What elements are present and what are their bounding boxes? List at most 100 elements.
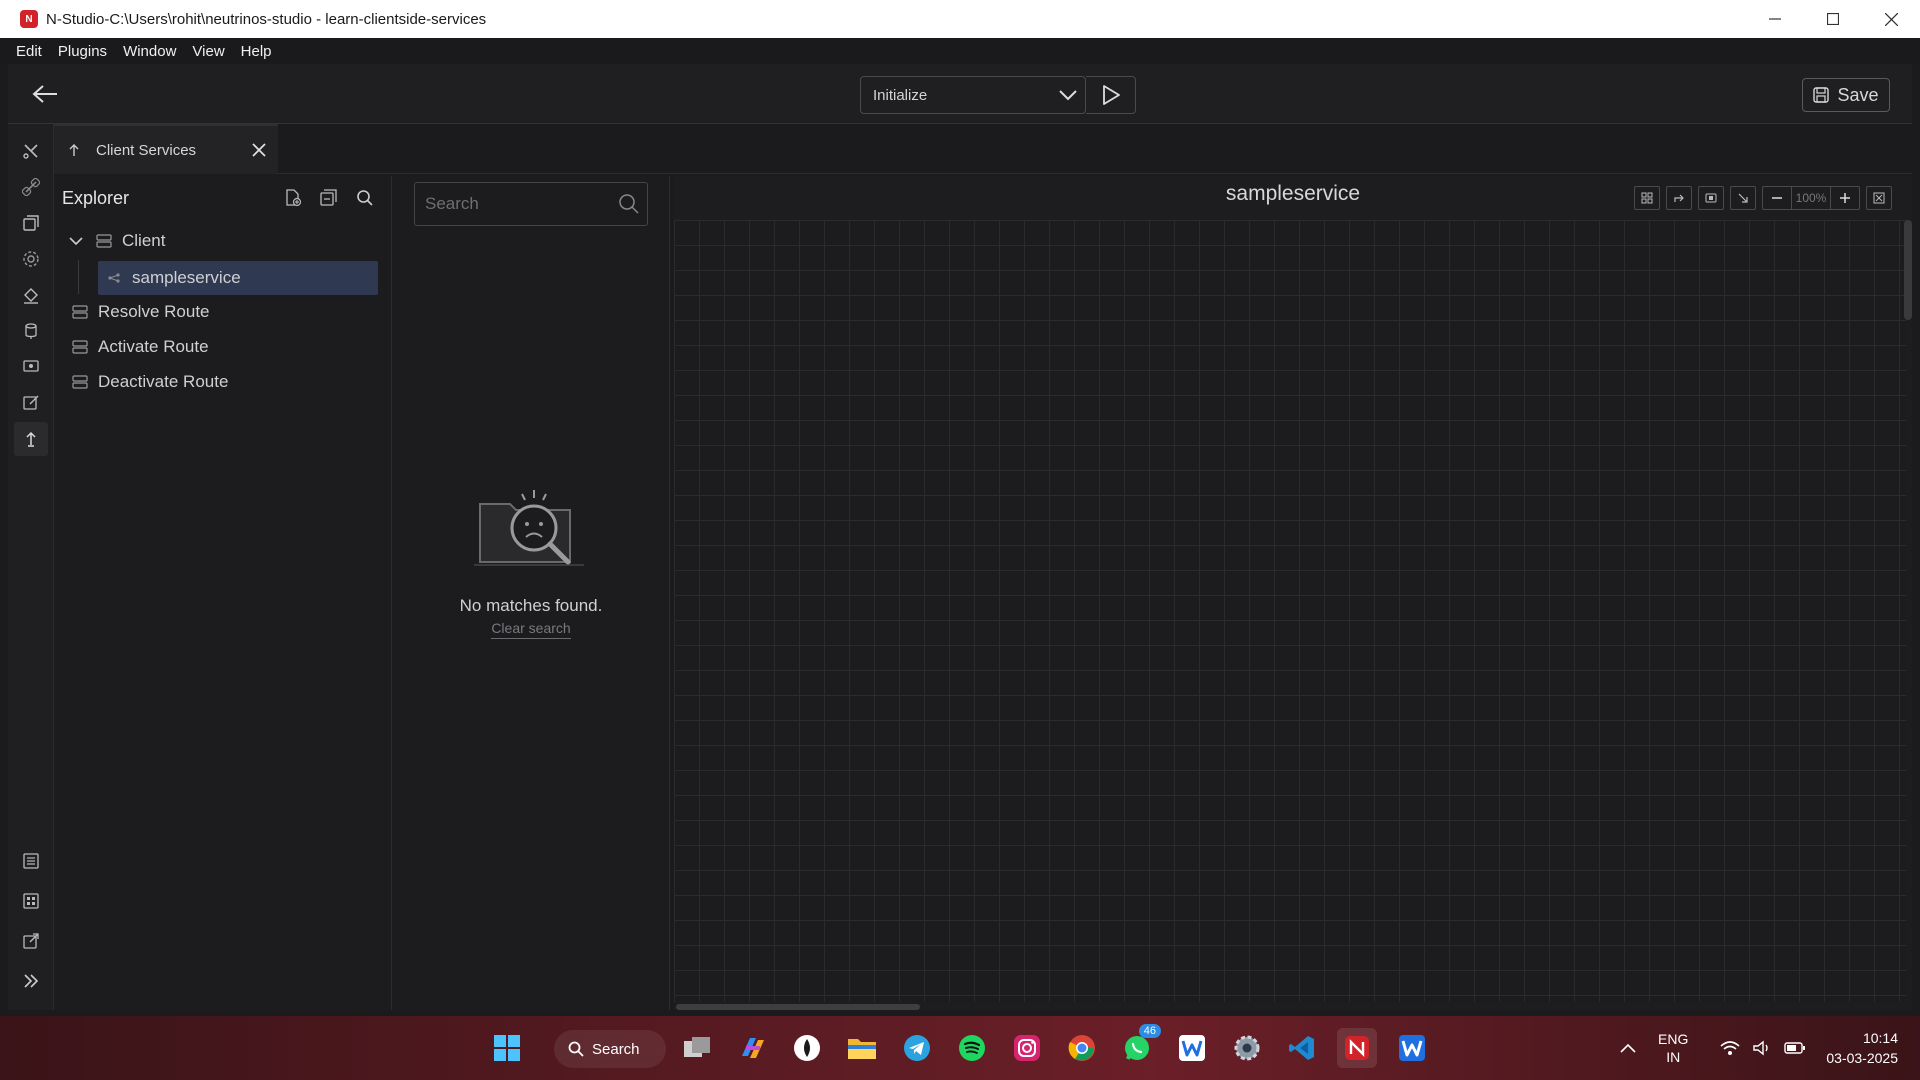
run-button[interactable] xyxy=(1086,76,1136,114)
telegram-button[interactable] xyxy=(897,1028,937,1068)
vscode-button[interactable] xyxy=(1282,1028,1322,1068)
tree-item-client[interactable]: Client xyxy=(66,224,386,258)
rail-expand-button[interactable] xyxy=(14,964,48,998)
word-app-button[interactable] xyxy=(1172,1028,1212,1068)
new-file-icon xyxy=(286,189,302,207)
zoom-controls: 100% xyxy=(1762,186,1860,210)
region-code: IN xyxy=(1666,1049,1681,1065)
gear-icon xyxy=(1234,1035,1260,1061)
vertical-scrollbar[interactable] xyxy=(1904,220,1912,320)
spotify-button[interactable] xyxy=(952,1028,992,1068)
battery-icon[interactable] xyxy=(1784,1041,1806,1055)
rail-settings-button[interactable] xyxy=(14,242,48,276)
vscode-icon xyxy=(1289,1036,1314,1060)
menu-edit[interactable]: Edit xyxy=(8,43,50,60)
grid-icon xyxy=(23,893,39,909)
flow-canvas-area: sampleservice 100% xyxy=(674,176,1912,1010)
rail-components-button[interactable] xyxy=(14,884,48,918)
folder-stack-icon xyxy=(70,375,90,389)
n-studio-button[interactable] xyxy=(1337,1028,1377,1068)
rail-external-button[interactable] xyxy=(14,924,48,958)
flow-canvas-grid[interactable] xyxy=(674,220,1906,1002)
monitor-icon xyxy=(23,360,39,372)
upload-arrow-icon xyxy=(68,142,84,158)
clock-date: 03-03-2025 xyxy=(1826,1050,1898,1066)
taskbar-search[interactable]: Search xyxy=(554,1030,666,1068)
minimize-button[interactable] xyxy=(1746,0,1804,38)
rail-edit-button[interactable] xyxy=(14,386,48,420)
window-titlebar: N N-Studio-C:\Users\rohit\neutrinos-stud… xyxy=(0,0,1920,38)
zoom-in-button[interactable] xyxy=(1831,187,1859,209)
task-view-button[interactable] xyxy=(677,1028,717,1068)
menu-help[interactable]: Help xyxy=(233,43,280,60)
auto-layout-button[interactable] xyxy=(1730,186,1756,210)
gear-icon xyxy=(23,251,39,267)
tab-close-button[interactable] xyxy=(240,130,278,170)
menu-view[interactable]: View xyxy=(184,43,232,60)
vpn-leaf-icon xyxy=(794,1035,820,1061)
minus-icon xyxy=(1772,197,1782,199)
save-label: Save xyxy=(1837,84,1879,105)
folder-icon xyxy=(848,1039,876,1059)
rail-link-button[interactable] xyxy=(14,170,48,204)
horizontal-scrollbar[interactable] xyxy=(676,1004,920,1010)
clock[interactable]: 10:14 03-03-2025 xyxy=(1826,1028,1898,1068)
file-explorer-button[interactable] xyxy=(842,1028,882,1068)
rail-logs-button[interactable] xyxy=(14,844,48,878)
rail-pages-button[interactable] xyxy=(14,206,48,240)
explorer-search-button[interactable] xyxy=(352,185,378,211)
settings-button[interactable] xyxy=(1227,1028,1267,1068)
rail-client-services-button[interactable] xyxy=(14,422,48,456)
windows-taskbar: Search 46 ENG IN 10:14 03-03-2025 xyxy=(0,1016,1920,1080)
zoom-level: 100% xyxy=(1791,187,1831,209)
language-indicator[interactable]: ENG IN xyxy=(1658,1030,1688,1066)
menu-plugins[interactable]: Plugins xyxy=(50,43,115,60)
menu-window[interactable]: Window xyxy=(115,43,184,60)
whatsapp-button[interactable]: 46 xyxy=(1117,1024,1161,1068)
start-button[interactable] xyxy=(487,1028,527,1068)
collapse-all-button[interactable] xyxy=(316,185,342,211)
chevron-down-icon xyxy=(66,236,86,246)
instagram-button[interactable] xyxy=(1007,1028,1047,1068)
rail-theme-button[interactable] xyxy=(14,278,48,312)
tree-item-sampleservice[interactable]: sampleservice xyxy=(98,261,378,295)
connector-button[interactable] xyxy=(1666,186,1692,210)
tools-icon xyxy=(23,144,38,159)
tree-item-resolve-route[interactable]: Resolve Route xyxy=(70,295,380,329)
folder-stack-icon xyxy=(94,234,114,248)
tree-indent-guide xyxy=(78,260,79,294)
trigger-select[interactable]: Initialize xyxy=(860,76,1086,114)
fullscreen-button[interactable] xyxy=(1866,186,1892,210)
zoom-out-button[interactable] xyxy=(1763,187,1791,209)
rail-database-button[interactable] xyxy=(14,314,48,348)
fullscreen-icon xyxy=(1873,192,1885,204)
close-window-button[interactable] xyxy=(1862,0,1920,38)
chrome-button[interactable] xyxy=(1062,1028,1102,1068)
folder-stack-icon xyxy=(70,305,90,319)
rail-preview-button[interactable] xyxy=(14,350,48,384)
vpn-app-button[interactable] xyxy=(787,1028,827,1068)
new-file-button[interactable] xyxy=(280,185,306,211)
maximize-button[interactable] xyxy=(1804,0,1862,38)
wifi-icon[interactable] xyxy=(1720,1040,1740,1056)
tab-client-services[interactable]: Client Services xyxy=(54,124,278,174)
clear-search-link[interactable]: Clear search xyxy=(392,620,670,639)
layout-arrow-icon xyxy=(1738,193,1748,203)
taskbar-search-label: Search xyxy=(592,1040,640,1058)
tree-item-deactivate-route[interactable]: Deactivate Route xyxy=(70,365,380,399)
notification-badge: 46 xyxy=(1138,1024,1161,1038)
fit-view-button[interactable] xyxy=(1634,186,1660,210)
search-input[interactable] xyxy=(414,182,648,226)
tree-item-activate-route[interactable]: Activate Route xyxy=(70,330,380,364)
rail-tools-button[interactable] xyxy=(14,134,48,168)
volume-icon[interactable] xyxy=(1752,1040,1772,1056)
back-button[interactable] xyxy=(28,78,62,110)
save-button[interactable]: Save xyxy=(1802,78,1890,112)
minimap-button[interactable] xyxy=(1698,186,1724,210)
document-w-icon xyxy=(1399,1035,1425,1061)
windows-logo-icon xyxy=(494,1035,520,1061)
copilot-button[interactable] xyxy=(732,1028,772,1068)
tab-label: Client Services xyxy=(96,141,197,159)
show-hidden-icons-button[interactable] xyxy=(1620,1043,1636,1053)
writer-app-button[interactable] xyxy=(1392,1028,1432,1068)
